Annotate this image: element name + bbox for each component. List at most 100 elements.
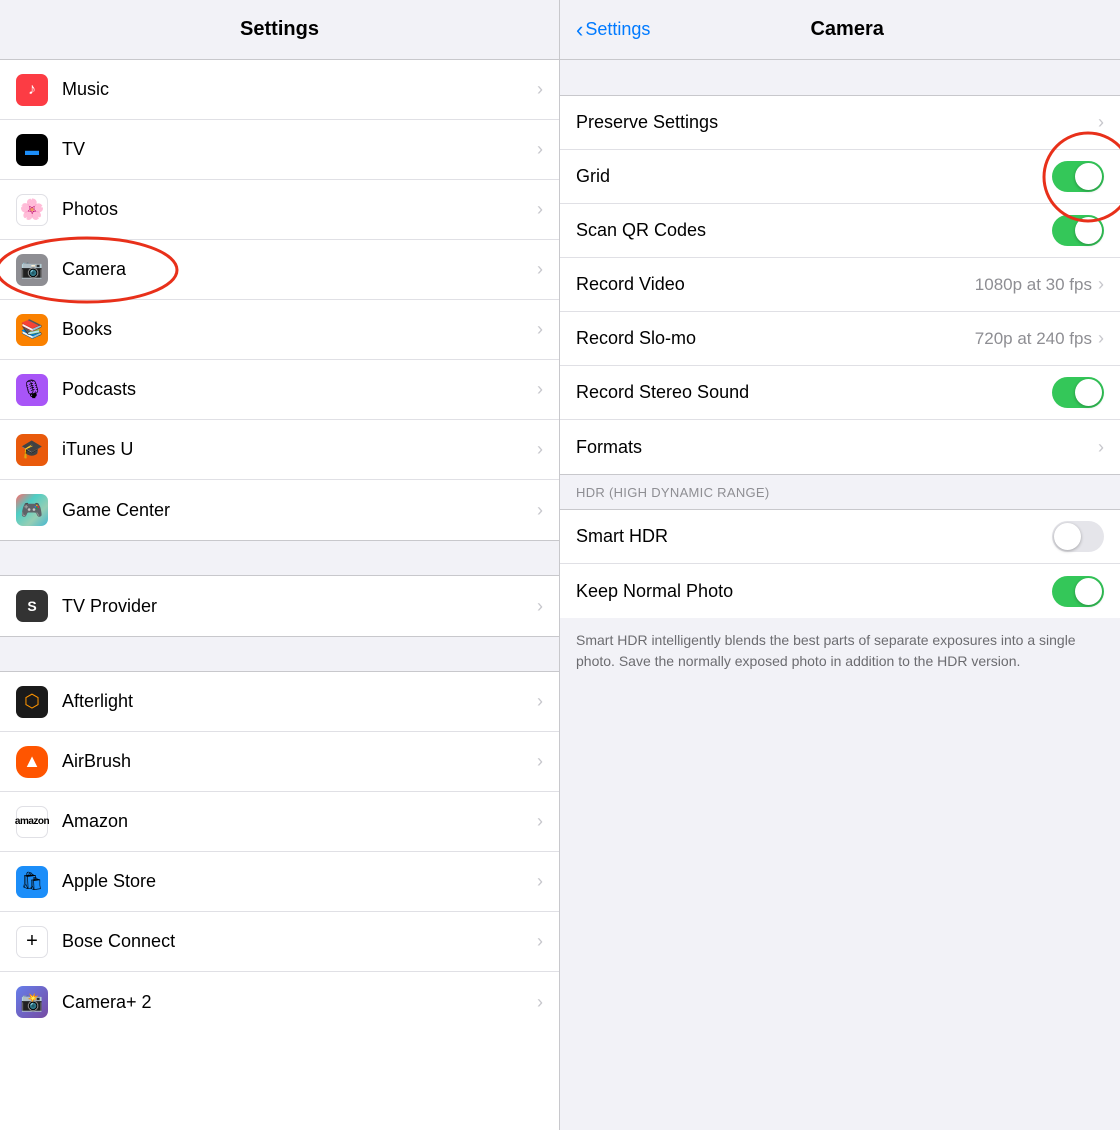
recordstereo-toggle-knob bbox=[1075, 379, 1102, 406]
afterlight-chevron: › bbox=[537, 691, 543, 712]
preserve-label: Preserve Settings bbox=[576, 112, 1098, 133]
top-spacer bbox=[560, 60, 1120, 96]
tv-label: TV bbox=[62, 139, 537, 160]
grid-toggle-knob bbox=[1075, 163, 1102, 190]
recordstereo-item[interactable]: Record Stereo Sound bbox=[560, 366, 1120, 420]
camera-label: Camera bbox=[62, 259, 537, 280]
sidebar-item-amazon[interactable]: amazon Amazon › bbox=[0, 792, 559, 852]
grid-label: Grid bbox=[576, 166, 1052, 187]
sidebar-item-music[interactable]: ♪ Music › bbox=[0, 60, 559, 120]
afterlight-icon: ⬡ bbox=[16, 686, 48, 718]
back-label: Settings bbox=[585, 19, 650, 40]
sidebar-item-camera[interactable]: 📷 Camera › bbox=[0, 240, 559, 300]
sidebar-item-tv[interactable]: ▬ TV › bbox=[0, 120, 559, 180]
camera-chevron: › bbox=[537, 259, 543, 280]
gamecenter-label: Game Center bbox=[62, 500, 537, 521]
recordslomo-chevron: › bbox=[1098, 328, 1104, 349]
photos-icon: 🌸 bbox=[16, 194, 48, 226]
amazon-icon: amazon bbox=[16, 806, 48, 838]
smarthdr-item[interactable]: Smart HDR bbox=[560, 510, 1120, 564]
hdr-description-text: Smart HDR intelligently blends the best … bbox=[576, 632, 1076, 669]
books-chevron: › bbox=[537, 319, 543, 340]
photos-chevron: › bbox=[537, 199, 543, 220]
scanqr-toggle[interactable] bbox=[1052, 215, 1104, 246]
sidebar-item-tvprovider[interactable]: S TV Provider › bbox=[0, 576, 559, 636]
bose-label: Bose Connect bbox=[62, 931, 537, 952]
sidebar-item-applestore[interactable]: 🛍 Apple Store › bbox=[0, 852, 559, 912]
itunes-icon: 🎓 bbox=[16, 434, 48, 466]
tvprovider-label: TV Provider bbox=[62, 596, 537, 617]
camera2-chevron: › bbox=[537, 992, 543, 1013]
books-label: Books bbox=[62, 319, 537, 340]
left-header: Settings bbox=[0, 0, 559, 60]
settings-group-2: S TV Provider › bbox=[0, 576, 559, 636]
applestore-icon: 🛍 bbox=[16, 866, 48, 898]
smarthdr-toggle-knob bbox=[1054, 523, 1081, 550]
separator-2 bbox=[0, 636, 559, 672]
tvprovider-icon: S bbox=[16, 590, 48, 622]
back-chevron-icon: ‹ bbox=[576, 17, 583, 43]
applestore-chevron: › bbox=[537, 871, 543, 892]
sidebar-item-airbrush[interactable]: ▲ AirBrush › bbox=[0, 732, 559, 792]
afterlight-label: Afterlight bbox=[62, 691, 537, 712]
keepnormal-toggle[interactable] bbox=[1052, 576, 1104, 607]
sidebar-item-podcasts[interactable]: 🎙 Podcasts › bbox=[0, 360, 559, 420]
hdr-separator: HDR (HIGH DYNAMIC RANGE) bbox=[560, 474, 1120, 510]
itunes-label: iTunes U bbox=[62, 439, 537, 460]
smarthdr-toggle[interactable] bbox=[1052, 521, 1104, 552]
recordslomo-item[interactable]: Record Slo-mo 720p at 240 fps › bbox=[560, 312, 1120, 366]
settings-group-1: ♪ Music › ▬ TV › 🌸 Photos › bbox=[0, 60, 559, 540]
music-icon: ♪ bbox=[16, 74, 48, 106]
recordstereo-toggle[interactable] bbox=[1052, 377, 1104, 408]
camera-title: Camera bbox=[650, 18, 1044, 41]
grid-item[interactable]: Grid bbox=[560, 150, 1120, 204]
separator-1 bbox=[0, 540, 559, 576]
gamecenter-chevron: › bbox=[537, 500, 543, 521]
airbrush-icon: ▲ bbox=[16, 746, 48, 778]
right-panel: ‹ Settings Camera Preserve Settings › Gr… bbox=[560, 0, 1120, 1130]
tvprovider-chevron: › bbox=[537, 596, 543, 617]
music-label: Music bbox=[62, 79, 537, 100]
back-button[interactable]: ‹ Settings bbox=[576, 17, 650, 43]
gamecenter-icon: 🎮 bbox=[16, 494, 48, 526]
music-chevron: › bbox=[537, 79, 543, 100]
bose-chevron: › bbox=[537, 931, 543, 952]
formats-label: Formats bbox=[576, 437, 1098, 458]
scanqr-toggle-knob bbox=[1075, 217, 1102, 244]
itunes-chevron: › bbox=[537, 439, 543, 460]
keepnormal-label: Keep Normal Photo bbox=[576, 581, 1052, 602]
airbrush-label: AirBrush bbox=[62, 751, 537, 772]
sidebar-item-photos[interactable]: 🌸 Photos › bbox=[0, 180, 559, 240]
smarthdr-label: Smart HDR bbox=[576, 526, 1052, 547]
podcasts-chevron: › bbox=[537, 379, 543, 400]
recordslomo-label: Record Slo-mo bbox=[576, 328, 975, 349]
sidebar-item-afterlight[interactable]: ⬡ Afterlight › bbox=[0, 672, 559, 732]
recordvideo-label: Record Video bbox=[576, 274, 975, 295]
sidebar-item-itunes[interactable]: 🎓 iTunes U › bbox=[0, 420, 559, 480]
formats-chevron: › bbox=[1098, 437, 1104, 458]
sidebar-item-camera2[interactable]: 📸 Camera+ 2 › bbox=[0, 972, 559, 1032]
camera-icon: 📷 bbox=[16, 254, 48, 286]
keepnormal-toggle-knob bbox=[1075, 578, 1102, 605]
applestore-label: Apple Store bbox=[62, 871, 537, 892]
tv-chevron: › bbox=[537, 139, 543, 160]
camera-settings-group-1: Preserve Settings › Grid Scan QR Codes R… bbox=[560, 96, 1120, 474]
camera-header: ‹ Settings Camera bbox=[560, 0, 1120, 60]
airbrush-chevron: › bbox=[537, 751, 543, 772]
camera2-label: Camera+ 2 bbox=[62, 992, 537, 1013]
keepnormal-item[interactable]: Keep Normal Photo bbox=[560, 564, 1120, 618]
sidebar-item-gamecenter[interactable]: 🎮 Game Center › bbox=[0, 480, 559, 540]
left-title: Settings bbox=[240, 18, 319, 41]
sidebar-item-bose[interactable]: + Bose Connect › bbox=[0, 912, 559, 972]
left-panel: Settings ♪ Music › ▬ TV › 🌸 bbox=[0, 0, 560, 1130]
preserve-settings-item[interactable]: Preserve Settings › bbox=[560, 96, 1120, 150]
scanqr-item[interactable]: Scan QR Codes bbox=[560, 204, 1120, 258]
preserve-chevron: › bbox=[1098, 112, 1104, 133]
formats-item[interactable]: Formats › bbox=[560, 420, 1120, 474]
podcasts-label: Podcasts bbox=[62, 379, 537, 400]
amazon-label: Amazon bbox=[62, 811, 537, 832]
tv-icon: ▬ bbox=[16, 134, 48, 166]
grid-toggle[interactable] bbox=[1052, 161, 1104, 192]
sidebar-item-books[interactable]: 📚 Books › bbox=[0, 300, 559, 360]
recordvideo-item[interactable]: Record Video 1080p at 30 fps › bbox=[560, 258, 1120, 312]
